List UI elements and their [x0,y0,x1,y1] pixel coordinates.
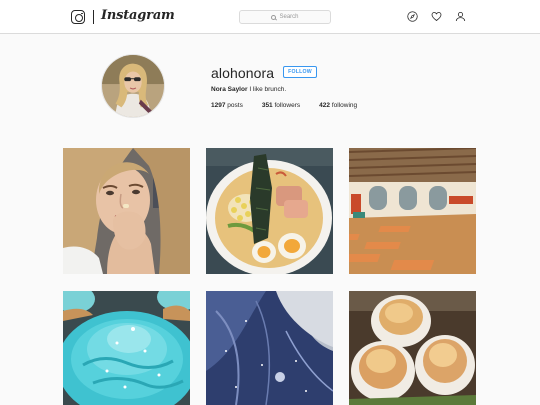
instagram-logo-icon[interactable] [71,10,85,24]
compass-icon[interactable] [407,11,418,22]
post-tile-cupcake[interactable] [63,291,190,405]
marble-photo [206,291,333,405]
search-icon [271,14,277,20]
ramen-photo [206,148,333,274]
search-input[interactable]: Search [239,10,331,24]
search-placeholder: Search [279,14,299,20]
following-stat[interactable]: 422 following [319,102,357,109]
post-tile-pastries[interactable] [349,291,476,405]
heart-icon[interactable] [431,11,442,22]
top-nav: Instagram Search [0,0,540,34]
profile-bio-text: I like brunch. [249,86,287,93]
posts-label: posts [227,102,243,109]
avatar[interactable] [101,54,165,118]
profile-bio: Nora Saylor I like brunch. [211,86,286,93]
posts-stat: 1297 posts [211,102,243,109]
post-tile-marble[interactable] [206,291,333,405]
profile-full-name: Nora Saylor [211,86,248,93]
followers-label: followers [274,102,301,109]
following-label: following [331,102,358,109]
following-count: 422 [319,102,331,109]
profile-stats: 1297 posts 351 followers 422 following [211,102,376,109]
follow-button[interactable]: FOLLOW [283,66,317,78]
profile-username: alohonora [211,65,275,81]
followers-count: 351 [261,102,273,109]
post-tile-studio[interactable] [349,148,476,274]
instagram-wordmark[interactable]: Instagram [101,8,175,23]
post-tile-ramen[interactable] [206,148,333,274]
cupcake-photo [63,291,190,405]
nav-divider [93,10,94,24]
avatar-photo [102,55,164,117]
post-tile-selfie[interactable] [63,148,190,274]
studio-photo [349,148,476,274]
posts-count: 1297 [211,102,226,109]
nav-icons [407,11,466,22]
selfie-photo [63,148,190,274]
followers-stat[interactable]: 351 followers [262,102,300,109]
person-icon[interactable] [455,11,466,22]
pastries-photo [349,291,476,405]
